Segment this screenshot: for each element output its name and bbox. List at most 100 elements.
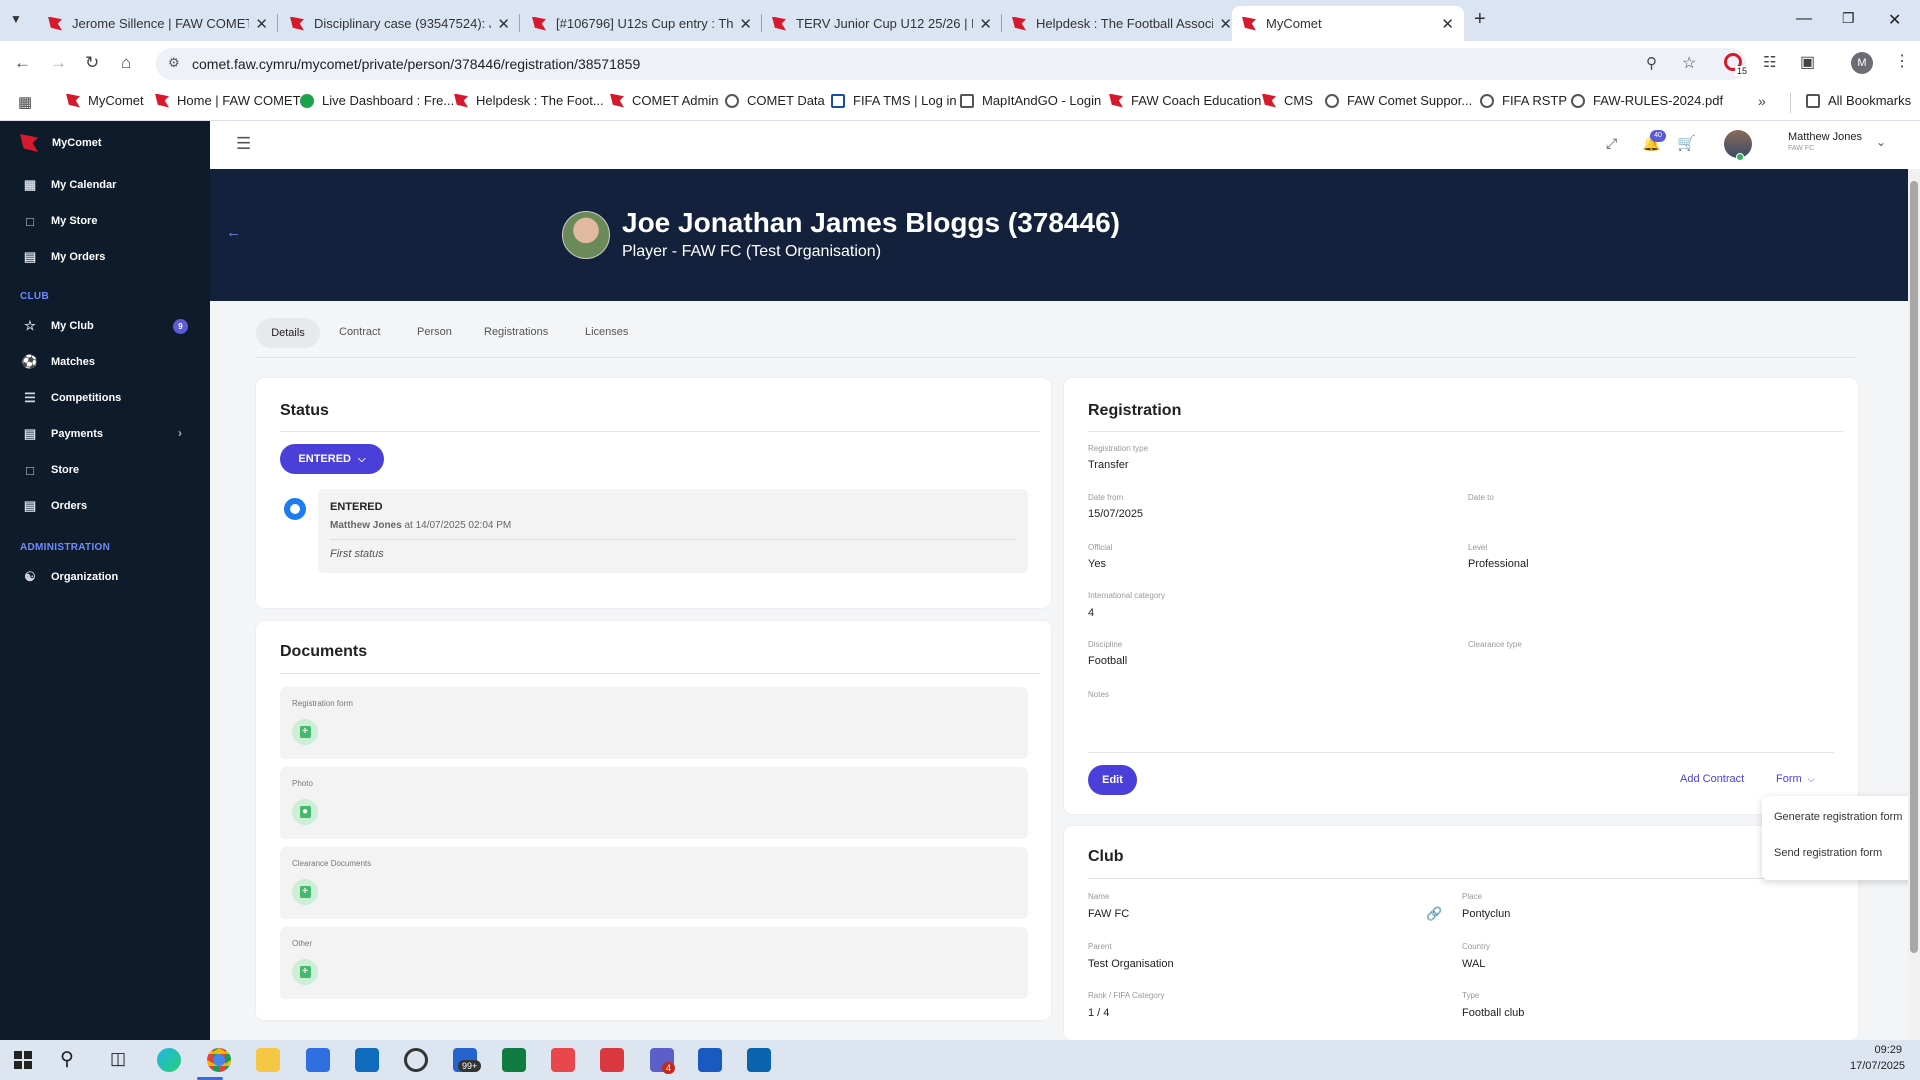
profile-avatar[interactable]: M [1851,52,1873,74]
bookmark-item[interactable]: FIFA RSTP [1480,93,1567,108]
close-icon[interactable]: ✕ [979,15,992,33]
app-stripes-icon[interactable] [600,1048,624,1072]
menu-item-generate-registration-form[interactable]: Generate registration form [1774,811,1902,823]
file-explorer-icon[interactable] [256,1048,280,1072]
store-app-icon[interactable] [306,1048,330,1072]
bookmark-item[interactable]: Home | FAW COMET [155,93,301,108]
search-icon[interactable]: ⚲ [60,1048,74,1071]
browser-tab-active[interactable]: MyComet ✕ [1232,6,1464,41]
sidebar-item-my-club[interactable]: ☆ My Club 9 [0,308,210,344]
sidebar-item-organization[interactable]: ☯ Organization [0,559,210,595]
tab-licenses[interactable]: Licenses [585,326,628,338]
chevron-down-icon[interactable]: ⌄ [1876,135,1886,149]
sidebar-item-orders[interactable]: ▤ Orders [0,488,210,524]
sidebar-item-store[interactable]: □ Store [0,452,210,488]
word-icon[interactable] [698,1048,722,1072]
windows-start-icon[interactable] [14,1051,32,1069]
tab-title: Disciplinary case (93547524): Je [314,16,492,31]
bookmark-item[interactable]: Live Dashboard : Fre... [300,93,454,108]
excel-icon[interactable] [502,1048,526,1072]
close-icon[interactable]: ✕ [255,15,268,33]
app-logo[interactable]: MyComet [20,134,102,152]
outlook-icon[interactable] [355,1048,379,1072]
translate-icon[interactable]: ☷ [1763,53,1776,71]
sidebar-item-competitions[interactable]: ☰ Competitions [0,380,210,416]
sidebar-item-matches[interactable]: ⚽ Matches [0,344,210,380]
forward-icon[interactable]: → [50,53,67,73]
app-red-icon[interactable] [551,1048,575,1072]
sidebar-item-my-calendar[interactable]: ▦ My Calendar [0,167,210,203]
address-bar[interactable]: ⚙ comet.faw.cymru/mycomet/private/person… [156,48,1746,80]
home-icon[interactable]: ⌂ [121,53,131,73]
tab-details[interactable]: Details [256,318,320,348]
bookmark-item[interactable]: FAW Coach Education [1109,93,1261,108]
tab-registrations[interactable]: Registrations [484,326,548,338]
close-window-icon[interactable]: ✕ [1888,10,1901,30]
browser-tab[interactable]: TERV Junior Cup U12 25/26 | FA ✕ [762,6,1002,41]
browser-tab[interactable]: Helpdesk : The Football Associa ✕ [1002,6,1242,41]
browser-tab[interactable]: Jerome Sillence | FAW COMET ✕ [38,6,278,41]
close-icon[interactable]: ✕ [497,15,510,33]
bookmark-item[interactable]: MapItAndGO - Login [960,93,1101,108]
new-tab-icon[interactable]: + [1474,8,1486,31]
scrollbar-thumb[interactable] [1910,181,1918,953]
bookmark-item[interactable]: CMS [1262,93,1313,108]
upload-document-icon[interactable]: + [292,959,318,985]
bookmark-item[interactable]: FAW-RULES-2024.pdf [1571,93,1723,108]
bookmark-item[interactable]: FAW Comet Suppor... [1325,93,1472,108]
tab-person[interactable]: Person [417,326,452,338]
bookmark-item[interactable]: MyComet [66,93,144,108]
club-type-value: Football club [1462,1007,1525,1019]
back-icon[interactable]: ← [14,53,31,73]
bookmark-item[interactable]: FIFA TMS | Log in [831,93,957,108]
tab-contract[interactable]: Contract [339,326,381,338]
back-arrow-icon[interactable]: ← [226,224,241,241]
browser-tab[interactable]: [#106796] U12s Cup entry : The ✕ [522,6,762,41]
form-dropdown[interactable]: Form ⌵ [1776,773,1815,785]
status-dropdown-button[interactable]: ENTERED ⌵ [280,444,384,474]
taskbar-clock[interactable]: 09:29 17/07/2025 [1850,1044,1905,1072]
browser-menu-icon[interactable]: ⋮ [1894,51,1910,71]
upload-document-icon[interactable]: + [292,719,318,745]
menu-item-send-registration-form[interactable]: Send registration form [1774,847,1882,859]
upload-photo-icon[interactable]: ● [292,799,318,825]
bookmarks-overflow-icon[interactable]: » [1758,93,1766,109]
tab-search-button[interactable]: ▼ [10,12,22,26]
cart-icon[interactable]: 🛒 [1677,134,1696,152]
faw-dragon-icon [66,93,80,108]
bookmark-item[interactable]: Helpdesk : The Foot... [454,93,604,108]
bookmark-star-icon[interactable]: ☆ [1682,53,1696,73]
sidebar-item-payments[interactable]: ▤ Payments › [0,416,210,452]
all-bookmarks[interactable]: All Bookmarks [1806,93,1911,108]
reload-icon[interactable]: ↻ [85,53,99,73]
close-icon[interactable]: ✕ [1219,15,1232,33]
fullscreen-icon[interactable]: ⤢ [1606,135,1617,152]
close-icon[interactable]: ✕ [1441,15,1454,33]
link-icon[interactable]: 🔗 [1426,906,1442,922]
upload-document-icon[interactable]: + [292,879,318,905]
extensions-puzzle-icon[interactable]: ▣ [1800,52,1815,72]
hamburger-menu-icon[interactable]: ☰ [236,134,251,154]
close-icon[interactable]: ✕ [739,15,752,33]
outlook-new-icon[interactable] [747,1048,771,1072]
zoom-icon[interactable]: ⚲ [1646,54,1657,72]
chrome-icon[interactable] [207,1048,231,1072]
status-radio-icon [284,498,306,520]
bookmark-item[interactable]: COMET Data [725,93,825,108]
edge-icon[interactable] [157,1048,181,1072]
sidebar-item-my-store[interactable]: □ My Store [0,203,210,239]
apps-grid-icon[interactable]: ▦ [18,93,32,111]
edit-button[interactable]: Edit [1088,765,1137,795]
bookmarks-bar: ▦ MyComet Home | FAW COMET Live Dashboar… [0,85,1920,121]
browser-tab[interactable]: Disciplinary case (93547524): Je ✕ [280,6,520,41]
app-cube-icon[interactable] [404,1048,428,1072]
task-view-icon[interactable]: ◫ [110,1049,126,1069]
bookmark-item[interactable]: COMET Admin [610,93,718,108]
user-menu[interactable]: Matthew Jones FAW FC [1788,131,1862,152]
sidebar-item-my-orders[interactable]: ▤ My Orders [0,239,210,275]
restore-icon[interactable]: ❐ [1842,10,1855,27]
site-info-icon[interactable]: ⚙ [168,55,180,71]
minimize-icon[interactable]: — [1796,10,1812,28]
page-scrollbar[interactable] [1908,169,1920,1040]
add-contract-link[interactable]: Add Contract [1680,773,1744,785]
